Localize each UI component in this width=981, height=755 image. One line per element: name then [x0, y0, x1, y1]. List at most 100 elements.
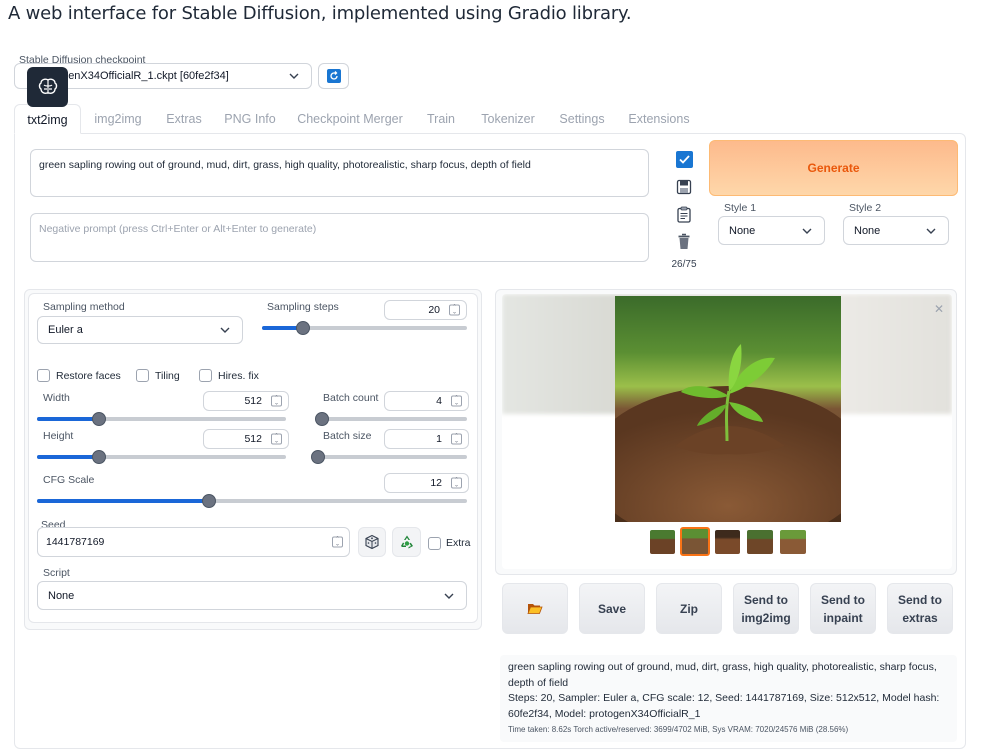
negative-prompt-textarea[interactable]: Negative prompt (press Ctrl+Enter or Alt… [30, 213, 649, 262]
style1-select[interactable]: None [718, 216, 825, 245]
send-to-inpaint-button[interactable]: Send to inpaint [810, 583, 876, 634]
refresh-button[interactable] [318, 63, 349, 89]
tab-extensions[interactable]: Extensions [627, 104, 691, 134]
cfg-scale-slider[interactable] [37, 494, 467, 508]
close-icon[interactable]: ✕ [934, 302, 944, 316]
prompt-text: green sapling rowing out of ground, mud,… [39, 159, 531, 171]
hires-fix-checkbox[interactable] [199, 369, 212, 382]
height-slider[interactable] [37, 450, 286, 464]
generate-button[interactable]: Generate [709, 140, 958, 196]
tab-img2img[interactable]: img2img [86, 104, 150, 134]
batch-count-input[interactable]: 4 ⌃ ⌄ [384, 391, 469, 411]
restore-faces-checkbox[interactable] [37, 369, 50, 382]
width-slider[interactable] [37, 412, 286, 426]
tiling-checkbox[interactable] [136, 369, 149, 382]
batch-size-input[interactable]: 1 ⌃ ⌄ [384, 429, 469, 449]
stepper-icon[interactable]: ⌃ ⌄ [332, 536, 343, 548]
chevron-down-icon [800, 224, 814, 238]
width-input[interactable]: 512 ⌃ ⌄ [203, 391, 289, 411]
height-input[interactable]: 512 ⌃ ⌄ [203, 429, 289, 449]
checkbox-button[interactable] [673, 148, 695, 170]
send-to-img2img-button[interactable]: Send to img2img [733, 583, 799, 634]
dice-icon [365, 534, 379, 550]
floppy-disk-icon [676, 179, 692, 195]
tiling-label: Tiling [155, 370, 180, 382]
cfg-scale-fill [37, 499, 209, 503]
style2-select[interactable]: None [843, 216, 949, 245]
thumbnail-3[interactable] [715, 530, 740, 554]
sampling-steps-input[interactable]: 20 ⌃ ⌄ [384, 300, 467, 320]
negative-prompt-placeholder: Negative prompt (press Ctrl+Enter or Alt… [39, 223, 317, 235]
batch-size-slider[interactable] [311, 450, 467, 464]
tab-txt2img[interactable]: txt2img [14, 104, 81, 134]
restore-faces-label: Restore faces [56, 370, 121, 382]
reuse-seed-button[interactable] [392, 527, 421, 557]
sampling-steps-value: 20 [428, 304, 440, 316]
batch-count-value: 4 [436, 395, 442, 407]
sampling-method-label: Sampling method [43, 301, 125, 313]
batch-size-thumb[interactable] [311, 450, 325, 464]
thumbnail-4[interactable] [747, 530, 773, 554]
tab-checkpoint-merger[interactable]: Checkpoint Merger [297, 104, 403, 134]
tab-settings[interactable]: Settings [555, 104, 609, 134]
chevron-down-icon [442, 589, 456, 603]
generation-info-params: Steps: 20, Sampler: Euler a, CFG scale: … [508, 692, 940, 720]
tab-png-info[interactable]: PNG Info [220, 104, 280, 134]
sampling-method-select[interactable]: Euler a [37, 316, 243, 344]
batch-size-label: Batch size [323, 430, 372, 442]
cfg-scale-input[interactable]: 12 ⌃ ⌄ [384, 473, 469, 493]
zip-button[interactable]: Zip [656, 583, 722, 634]
open-folder-button[interactable] [502, 583, 568, 634]
generation-info-prompt: green sapling rowing out of ground, mud,… [508, 661, 937, 689]
seed-value: 1441787169 [46, 536, 105, 548]
stepper-icon[interactable]: ⌃ ⌄ [271, 395, 282, 407]
thumbnail-1[interactable] [650, 530, 675, 554]
send-to-extras-button[interactable]: Send to extras [887, 583, 953, 634]
batch-count-label: Batch count [323, 392, 379, 404]
stepper-icon[interactable]: ⌃ ⌄ [451, 477, 462, 489]
script-value: None [48, 589, 75, 602]
height-label: Height [43, 430, 74, 442]
chevron-down-icon [287, 69, 301, 83]
stepper-icon[interactable]: ⌃ ⌄ [451, 433, 462, 445]
thumbnail-5[interactable] [780, 530, 806, 554]
seed-input[interactable]: 1441787169 ⌃ ⌄ [37, 527, 350, 557]
style1-label: Style 1 [724, 202, 757, 214]
paste-button[interactable] [673, 203, 695, 225]
page-title: A web interface for Stable Diffusion, im… [8, 3, 632, 24]
tab-train[interactable]: Train [420, 104, 462, 134]
prompt-textarea[interactable]: green sapling rowing out of ground, mud,… [30, 149, 649, 197]
token-counter: 26/75 [671, 259, 697, 270]
gallery: ✕ [502, 294, 952, 569]
style1-value: None [729, 224, 756, 237]
sampling-steps-slider[interactable] [262, 321, 467, 335]
batch-size-value: 1 [436, 433, 442, 445]
clipboard-icon [677, 206, 691, 223]
preview-image[interactable] [615, 296, 841, 522]
style2-label: Style 2 [849, 202, 882, 214]
tab-extras[interactable]: Extras [158, 104, 210, 134]
height-value: 512 [244, 433, 262, 445]
save-button[interactable]: Save [579, 583, 645, 634]
thumbnail-2[interactable] [680, 527, 710, 556]
sampling-steps-thumb[interactable] [296, 321, 310, 335]
cfg-scale-label: CFG Scale [43, 474, 95, 486]
checkbox-icon [675, 150, 693, 168]
batch-count-slider[interactable] [315, 412, 467, 426]
stepper-icon[interactable]: ⌃ ⌄ [451, 395, 462, 407]
script-select[interactable]: None [37, 581, 467, 610]
cfg-scale-thumb[interactable] [202, 494, 216, 508]
style2-value: None [854, 224, 881, 237]
extra-seed-checkbox[interactable] [428, 537, 441, 550]
stepper-icon[interactable]: ⌃ ⌄ [271, 433, 282, 445]
refresh-icon [326, 69, 341, 83]
brain-icon[interactable] [27, 67, 68, 107]
stepper-icon[interactable]: ⌃ ⌄ [449, 304, 460, 316]
tab-tokenizer[interactable]: Tokenizer [476, 104, 540, 134]
save-style-button[interactable] [673, 176, 695, 198]
cfg-scale-value: 12 [430, 477, 442, 489]
random-seed-button[interactable] [358, 527, 386, 557]
sampling-method-value: Euler a [48, 324, 83, 336]
script-label: Script [43, 567, 70, 579]
clear-button[interactable] [673, 230, 695, 252]
